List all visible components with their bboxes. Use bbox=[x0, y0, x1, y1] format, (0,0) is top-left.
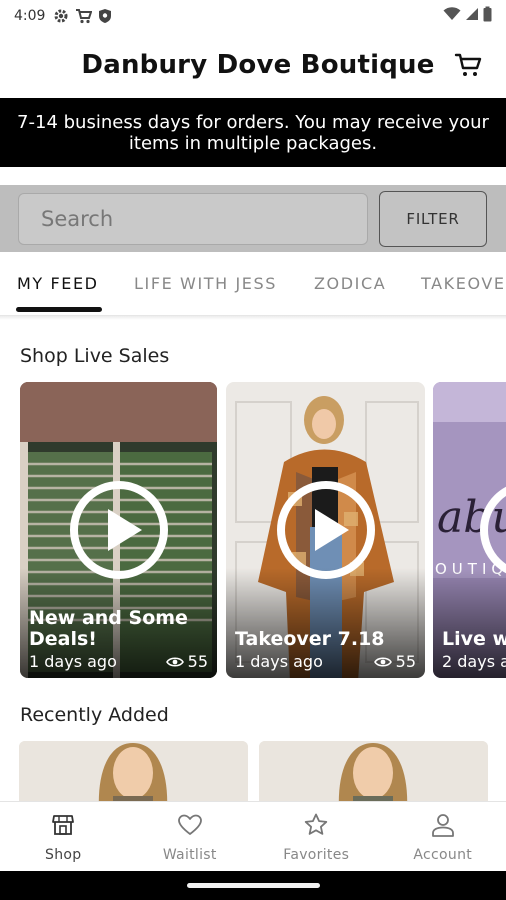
live-sales-heading: Shop Live Sales bbox=[20, 345, 170, 367]
play-icon[interactable] bbox=[69, 481, 168, 579]
search-input[interactable] bbox=[41, 207, 367, 231]
filter-button[interactable]: FILTER bbox=[379, 191, 487, 247]
nav-waitlist-label: Waitlist bbox=[162, 847, 217, 863]
eye-icon bbox=[165, 656, 184, 667]
live-sale-title: Takeover 7.18 bbox=[235, 628, 385, 650]
view-count-value: 55 bbox=[395, 652, 416, 671]
nav-favorites[interactable]: Favorites bbox=[253, 802, 380, 871]
live-sale-age: 2 days a bbox=[442, 652, 506, 671]
nav-waitlist[interactable]: Waitlist bbox=[127, 802, 254, 871]
nav-shop-label: Shop bbox=[45, 847, 82, 863]
shield-icon bbox=[98, 8, 112, 24]
search-field[interactable] bbox=[18, 193, 368, 245]
nav-account-label: Account bbox=[413, 847, 473, 863]
status-time: 4:09 bbox=[14, 8, 46, 24]
live-sale-card[interactable]: New and Some Deals! 1 days ago 55 bbox=[20, 382, 217, 678]
heart-icon bbox=[177, 812, 203, 843]
live-sale-age: 1 days ago bbox=[235, 652, 323, 671]
app-header: Danbury Dove Boutique bbox=[0, 32, 506, 98]
tabs-divider bbox=[0, 316, 506, 320]
shipping-banner-text: 7-14 business days for orders. You may r… bbox=[17, 111, 489, 154]
live-sale-title: Live wi bbox=[442, 628, 506, 650]
search-bar: FILTER bbox=[0, 185, 506, 252]
system-nav-bar bbox=[0, 871, 506, 900]
tab-my-feed[interactable]: MY FEED bbox=[17, 274, 99, 293]
settings-icon bbox=[53, 8, 69, 24]
battery-icon bbox=[483, 6, 492, 26]
store-title: Danbury Dove Boutique bbox=[81, 50, 435, 80]
eye-icon bbox=[373, 656, 392, 667]
bottom-navigation: Shop Waitlist Favorites Account bbox=[0, 801, 506, 871]
recently-added-heading: Recently Added bbox=[20, 704, 169, 726]
active-tab-indicator bbox=[16, 307, 102, 312]
person-icon bbox=[430, 812, 456, 843]
tab-takeover[interactable]: TAKEOVE bbox=[421, 274, 506, 293]
tab-life-with-jess[interactable]: LIFE WITH JESS bbox=[134, 274, 277, 293]
shipping-banner: 7-14 business days for orders. You may r… bbox=[0, 98, 506, 167]
star-icon bbox=[303, 812, 329, 843]
view-count: 55 bbox=[165, 652, 208, 671]
play-icon[interactable] bbox=[276, 481, 375, 579]
status-bar: 4:09 bbox=[0, 0, 506, 32]
signal-icon bbox=[465, 7, 479, 25]
nav-account[interactable]: Account bbox=[380, 802, 506, 871]
live-sale-card[interactable]: Takeover 7.18 1 days ago 55 bbox=[226, 382, 425, 678]
wifi-icon bbox=[443, 7, 461, 25]
feed-tabs: MY FEED LIFE WITH JESS ZODICA TAKEOVE bbox=[0, 252, 506, 316]
tab-zodica[interactable]: ZODICA bbox=[314, 274, 386, 293]
nav-shop[interactable]: Shop bbox=[0, 802, 127, 871]
shop-icon bbox=[50, 812, 76, 843]
status-cart-icon bbox=[75, 8, 93, 24]
view-count-value: 55 bbox=[187, 652, 208, 671]
view-count: 55 bbox=[373, 652, 416, 671]
home-gesture-handle[interactable] bbox=[187, 883, 320, 888]
live-sale-title: New and Some Deals! bbox=[29, 607, 188, 650]
live-sale-card[interactable]: abu OUTIQ Live wi 2 days a bbox=[433, 382, 506, 678]
cart-icon[interactable] bbox=[454, 50, 484, 80]
live-sale-age: 1 days ago bbox=[29, 652, 117, 671]
nav-favorites-label: Favorites bbox=[283, 847, 350, 863]
